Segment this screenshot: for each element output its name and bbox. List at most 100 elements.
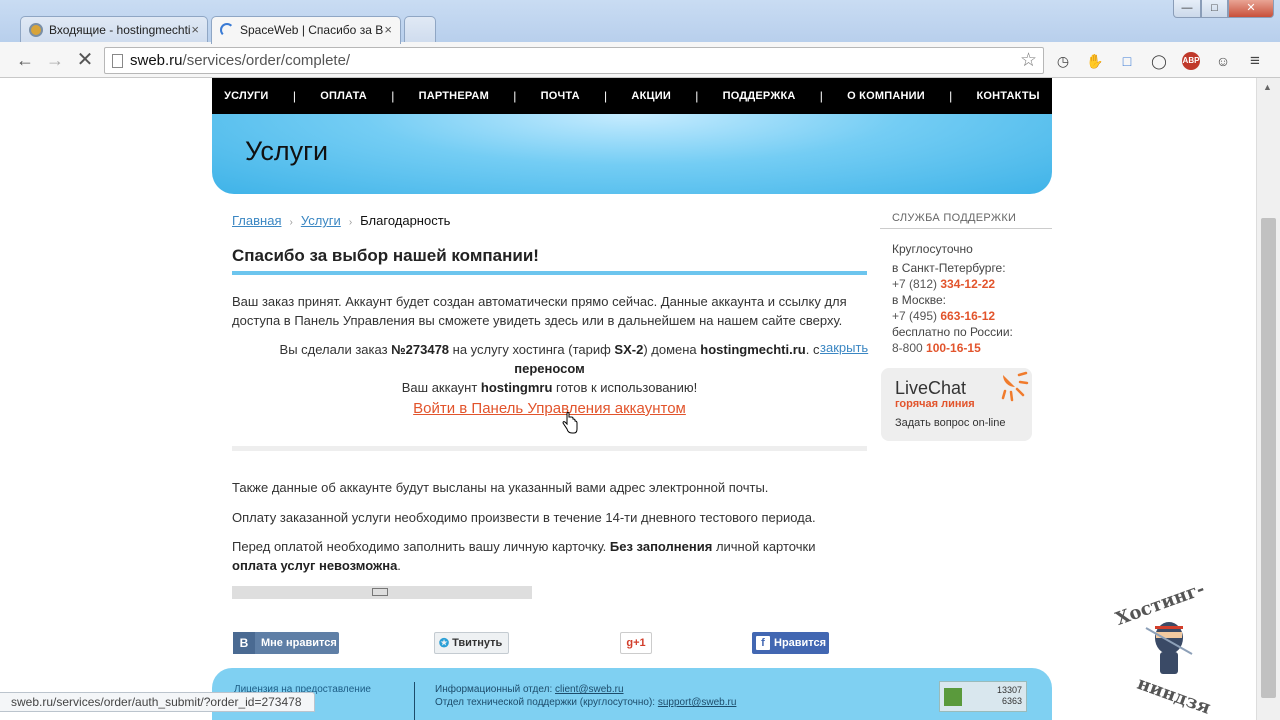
tab-close-icon[interactable]: × [191, 22, 199, 37]
control-panel-link[interactable]: Войти в Панель Управления аккаунтом [232, 400, 867, 417]
facebook-like-button[interactable]: f Нравится [752, 632, 829, 654]
facebook-like-label: Нравится [774, 637, 827, 649]
window-maximize-button[interactable]: □ [1201, 0, 1228, 18]
order-text: ) домена [643, 342, 701, 357]
phone-number: 334-12-22 [940, 277, 996, 291]
order-text: на услугу хостинга (тариф [449, 342, 615, 357]
address-bar[interactable]: sweb.ru/services/order/complete/ ☆ [104, 47, 1044, 74]
client-email-link[interactable]: client@sweb.ru [555, 684, 624, 695]
stop-icon[interactable]: ✕ [74, 50, 96, 72]
circle-icon[interactable]: ◯ [1150, 52, 1168, 70]
order-domain: hostingmechti.ru [700, 342, 806, 357]
banner-title: Услуги [245, 136, 329, 166]
close-link[interactable]: закрыть [820, 340, 868, 355]
folder-icon[interactable]: □ [1118, 52, 1136, 70]
support-msk-phone: +7 (495) 663-16-12 [892, 309, 995, 323]
history-icon[interactable]: ◷ [1054, 52, 1072, 70]
nav-partners[interactable]: ПАРТНЕРАМ [419, 90, 489, 102]
site-top-nav: УСЛУГИ | ОПЛАТА | ПАРТНЕРАМ | ПОЧТА | АК… [212, 78, 1052, 114]
address-path: /services/order/complete/ [182, 52, 351, 69]
card-note: Перед оплатой необходимо заполнить вашу … [232, 537, 852, 575]
support-free-label: бесплатно по России: [892, 325, 1013, 339]
nav-separator: | [819, 89, 823, 103]
footer-label: Информационный отдел: [435, 684, 556, 695]
back-arrow-icon[interactable]: ← [14, 50, 36, 72]
section-banner: Услуги [212, 114, 1052, 194]
order-text: . с [805, 342, 820, 357]
bookmark-star-icon[interactable]: ☆ [1020, 49, 1037, 72]
window-close-button[interactable]: ✕ [1228, 0, 1274, 18]
tab-spaceweb[interactable]: SpaceWeb | Спасибо за В × [211, 16, 401, 44]
page-icon [112, 54, 123, 68]
gplus-button[interactable]: g+1 [620, 632, 652, 654]
support-title: СЛУЖБА ПОДДЕРЖКИ [892, 212, 1017, 224]
nav-mail[interactable]: ПОЧТА [541, 90, 580, 102]
order-text: Вы сделали заказ [279, 342, 392, 357]
counter-values: 13307 6363 [997, 685, 1022, 707]
support-free-phone: 8-800 100-16-15 [892, 341, 981, 355]
tweet-button[interactable]: ✪ Твитнуть [434, 632, 509, 654]
order-number: №273478 [391, 342, 450, 357]
nav-about[interactable]: О КОМПАНИИ [847, 90, 925, 102]
panda-icon[interactable]: ☺ [1214, 52, 1232, 70]
breadcrumb-home-link[interactable]: Главная [232, 213, 281, 228]
nav-payment[interactable]: ОПЛАТА [320, 90, 367, 102]
support-msk-label: в Москве: [892, 293, 947, 307]
vk-like-label: Мне нравится [261, 637, 337, 649]
scroll-up-arrow-icon[interactable]: ▲ [1263, 82, 1272, 92]
window-minimize-button[interactable]: — [1173, 0, 1201, 18]
footer-divider [414, 682, 415, 720]
address-host: sweb.ru [130, 52, 183, 69]
breadcrumb-arrow: › [289, 217, 293, 228]
twitter-bird-icon: ✪ [439, 636, 450, 650]
vk-like-button[interactable]: B Мне нравится [233, 632, 339, 654]
phone-number: 100-16-15 [926, 341, 981, 355]
livechat-widget[interactable]: LiveChat горячая линия Задать вопрос on-… [881, 368, 1032, 441]
mail-favicon [29, 23, 43, 37]
breadcrumb-services-link[interactable]: Услуги [301, 213, 341, 228]
support-hours: Круглосуточно [892, 242, 973, 256]
card-note-text: . [397, 558, 401, 573]
nav-separator: | [513, 89, 517, 103]
nav-separator: | [391, 89, 395, 103]
livechat-sun-icon [1001, 371, 1029, 402]
forward-arrow-icon[interactable]: → [44, 50, 66, 72]
counter-bottom: 6363 [1001, 696, 1022, 706]
nav-contacts[interactable]: КОНТАКТЫ [976, 90, 1039, 102]
scrollbar-thumb[interactable] [1261, 218, 1276, 698]
order-transfer: переносом [514, 361, 585, 376]
new-tab-button[interactable] [404, 16, 436, 43]
menu-icon[interactable]: ≡ [1246, 52, 1264, 70]
counter-top: 13307 [996, 685, 1022, 695]
tab-close-icon[interactable]: × [384, 22, 392, 37]
tab-title: SpaceWeb | Спасибо за В [240, 23, 384, 37]
support-spb-label: в Санкт-Петербурге: [892, 261, 1006, 275]
nav-separator: | [292, 89, 296, 103]
vk-logo-icon: B [233, 632, 255, 654]
order-tariff: SX-2 [614, 342, 644, 357]
shield-icon[interactable]: ✋ [1086, 52, 1104, 70]
tab-inbox[interactable]: Входящие - hostingmechti × [20, 16, 208, 43]
card-note-text: Перед оплатой необходимо заполнить вашу … [232, 539, 610, 554]
nav-services[interactable]: УСЛУГИ [224, 90, 268, 102]
nav-promotions[interactable]: АКЦИИ [631, 90, 671, 102]
status-bar-url: sweb.ru/services/order/auth_submit/?orde… [0, 692, 315, 712]
intro-text: Ваш заказ принят. Аккаунт будет создан а… [232, 294, 847, 328]
card-note-bold: оплата услуг невозможна [232, 558, 398, 573]
tweet-label: Твитнуть [452, 637, 503, 649]
breadcrumb-current: Благодарность [360, 213, 451, 228]
page-scrollbar[interactable]: ▲ [1256, 78, 1280, 720]
divider [232, 446, 867, 451]
visit-counter[interactable]: 13307 6363 [939, 681, 1027, 712]
hand-cursor-icon [562, 412, 578, 434]
support-email-link[interactable]: support@sweb.ru [658, 697, 737, 708]
nav-separator: | [695, 89, 699, 103]
loading-bar [232, 586, 532, 599]
email-note: Также данные об аккаунте будут высланы н… [232, 480, 769, 495]
order-text: Ваш аккаунт [401, 380, 481, 395]
nav-support[interactable]: ПОДДЕРЖКА [723, 90, 796, 102]
order-confirmation: Вы сделали заказ №273478 на услугу хости… [232, 340, 867, 397]
browser-toolbar: ← → ✕ sweb.ru/services/order/complete/ ☆… [0, 42, 1280, 78]
nav-separator: | [949, 89, 953, 103]
adblock-icon[interactable]: ABP [1182, 52, 1200, 70]
